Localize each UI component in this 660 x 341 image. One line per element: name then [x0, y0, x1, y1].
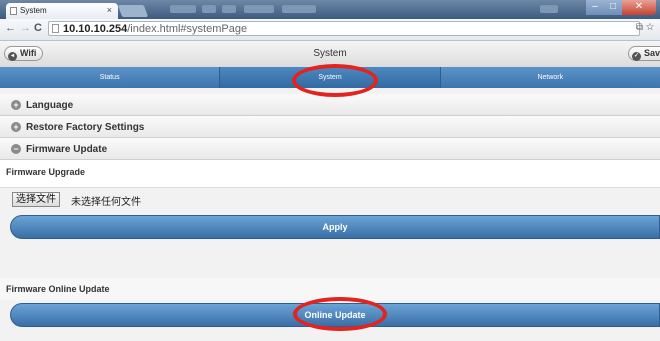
minimize-icon[interactable]: – — [586, 0, 604, 15]
page-favicon-icon — [10, 7, 17, 15]
section-label: Restore Factory Settings — [26, 122, 145, 133]
firmware-online-label: Firmware Online Update — [0, 278, 660, 300]
section-label: Language — [26, 100, 74, 111]
tab-close-icon[interactable]: × — [107, 5, 112, 15]
app-header: ◂Wifi System ✓Save — [0, 41, 660, 68]
forward-arrow-icon[interactable]: → — [20, 22, 31, 34]
tab-status[interactable]: Status — [0, 67, 221, 88]
blurred-region — [282, 5, 316, 13]
firmware-upgrade-label: Firmware Upgrade — [0, 160, 660, 188]
blurred-region — [540, 5, 558, 13]
close-window-icon[interactable]: ✕ — [622, 0, 656, 15]
section-language[interactable]: + Language — [0, 94, 660, 116]
blurred-region — [202, 5, 216, 13]
expand-plus-icon: + — [11, 122, 21, 132]
browser-tab[interactable]: System × — [6, 3, 118, 19]
expand-plus-icon: + — [11, 100, 21, 110]
blurred-region — [170, 5, 196, 13]
url-path: /index.html#systemPage — [127, 23, 248, 35]
browser-tab-bar: System × – □ ✕ — [0, 0, 660, 19]
choose-file-button[interactable]: 选择文件 — [12, 192, 60, 207]
window-controls: – □ ✕ — [586, 0, 656, 15]
section-label: Firmware Update — [26, 144, 108, 155]
apply-button[interactable]: Apply — [10, 215, 660, 239]
translate-star-icons[interactable]: ⧉ ☆ — [636, 22, 654, 33]
online-update-button[interactable]: Online Update — [10, 303, 660, 327]
browser-tab-title: System — [20, 6, 47, 15]
blurred-region — [222, 5, 236, 13]
nav-bar: Status System Network — [0, 67, 660, 88]
check-circle-icon: ✓ — [632, 52, 641, 61]
collapse-minus-icon: − — [11, 144, 21, 154]
blurred-region — [244, 5, 274, 13]
tab-system[interactable]: System — [220, 67, 441, 88]
section-firmware-update[interactable]: − Firmware Update — [0, 138, 660, 160]
page-title: System — [313, 48, 347, 59]
section-restore-factory[interactable]: + Restore Factory Settings — [0, 116, 660, 138]
page-icon — [52, 24, 59, 33]
new-tab-button[interactable] — [117, 5, 149, 17]
reload-icon[interactable]: C — [34, 22, 42, 34]
file-status-text: 未选择任何文件 — [71, 197, 141, 208]
maximize-icon[interactable]: □ — [604, 0, 622, 15]
address-bar: ← → C 10.10.10.254/index.html#systemPage… — [0, 19, 660, 41]
back-arrow-icon[interactable]: ← — [5, 22, 16, 34]
url-input[interactable]: 10.10.10.254/index.html#systemPage — [48, 21, 640, 36]
save-button[interactable]: ✓Save — [628, 46, 660, 61]
url-host: 10.10.10.254 — [63, 23, 128, 35]
tab-network[interactable]: Network — [441, 67, 660, 88]
